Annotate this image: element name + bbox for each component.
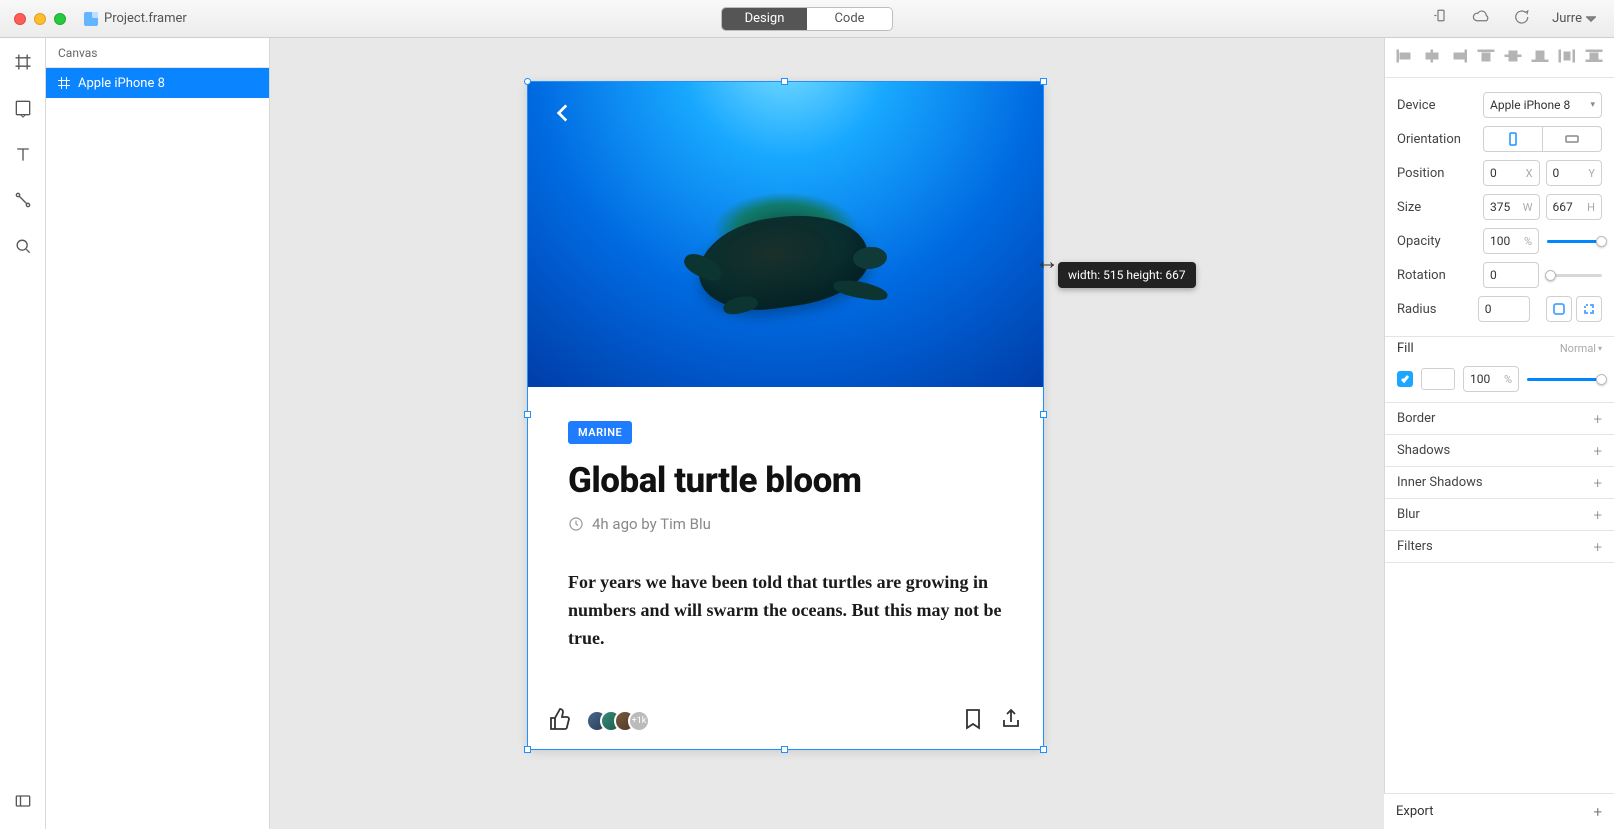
fill-enabled-checkbox[interactable]	[1397, 371, 1413, 387]
avatar-more: +1k	[628, 710, 650, 732]
document-name: Project.framer	[104, 11, 187, 26]
rotation-input[interactable]: 0	[1483, 262, 1539, 288]
user-name: Jurre	[1552, 11, 1582, 26]
user-menu[interactable]: Jurre	[1552, 11, 1596, 26]
close-window-button[interactable]	[14, 13, 26, 25]
orientation-landscape[interactable]	[1542, 126, 1602, 152]
align-bottom-icon[interactable]	[1530, 48, 1550, 68]
byline-text: 4h ago by Tim Blu	[592, 515, 711, 533]
layers-panel: Canvas Apple iPhone 8	[46, 38, 270, 829]
fill-label: Fill	[1397, 341, 1414, 356]
shape-tool[interactable]	[13, 98, 33, 122]
rotation-slider[interactable]	[1547, 274, 1602, 277]
device-label: Device	[1397, 98, 1475, 113]
section-filters[interactable]: Filters+	[1385, 531, 1614, 563]
frame-tool[interactable]	[13, 52, 33, 76]
category-tag[interactable]: MARINE	[568, 421, 632, 444]
cloud-icon[interactable]	[1472, 8, 1490, 30]
fill-opacity-input[interactable]: 100%	[1463, 366, 1519, 392]
article-headline: Global turtle bloom	[568, 460, 1003, 501]
clock-icon	[568, 516, 584, 532]
device-value: Apple iPhone 8	[1490, 98, 1570, 112]
chat-icon[interactable]	[1512, 8, 1530, 30]
chevron-down-icon: ▾	[1590, 100, 1595, 110]
article-content: MARINE Global turtle bloom 4h ago by Tim…	[528, 387, 1043, 653]
plus-icon: +	[1593, 803, 1602, 821]
inspector-panel: Device Apple iPhone 8 ▾ Orientation	[1384, 38, 1614, 829]
size-label: Size	[1397, 200, 1475, 215]
titlebar: Project.framer Design Code Jurre	[0, 0, 1614, 38]
distribute-v-icon[interactable]	[1584, 48, 1604, 68]
section-inner-shadows[interactable]: Inner Shadows+	[1385, 467, 1614, 499]
tab-code[interactable]: Code	[807, 8, 892, 30]
align-v-center-icon[interactable]	[1503, 48, 1523, 68]
layers-header: Canvas	[46, 38, 269, 68]
size-w-input[interactable]: 375W	[1483, 194, 1540, 220]
opacity-label: Opacity	[1397, 234, 1475, 249]
distribute-h-icon[interactable]	[1557, 48, 1577, 68]
plus-icon: +	[1594, 474, 1602, 492]
text-tool[interactable]	[13, 144, 33, 168]
hero-image	[528, 82, 1043, 387]
radius-label: Radius	[1397, 302, 1470, 317]
orientation-portrait[interactable]	[1483, 126, 1542, 152]
turtle-illustration	[693, 206, 874, 319]
rotation-label: Rotation	[1397, 268, 1475, 283]
article-lede: For years we have been told that turtles…	[568, 569, 1003, 653]
alignment-controls	[1385, 38, 1614, 78]
section-border[interactable]: Border+	[1385, 403, 1614, 435]
radius-individual-icon[interactable]	[1576, 296, 1602, 322]
tool-sidebar	[0, 38, 46, 829]
zoom-window-button[interactable]	[54, 13, 66, 25]
window-controls	[0, 13, 66, 25]
size-tooltip: width: 515 height: 667	[1058, 262, 1196, 288]
back-button[interactable]	[550, 100, 576, 130]
position-y-input[interactable]: 0Y	[1546, 160, 1603, 186]
position-label: Position	[1397, 166, 1475, 181]
article-byline: 4h ago by Tim Blu	[568, 515, 1003, 533]
layer-label: Apple iPhone 8	[78, 76, 165, 91]
path-tool[interactable]	[13, 190, 33, 214]
canvas[interactable]: MARINE Global turtle bloom 4h ago by Tim…	[270, 38, 1384, 829]
device-select[interactable]: Apple iPhone 8 ▾	[1483, 92, 1602, 118]
radius-input[interactable]: 0	[1478, 296, 1530, 322]
align-left-icon[interactable]	[1395, 48, 1415, 68]
section-shadows[interactable]: Shadows+	[1385, 435, 1614, 467]
align-right-icon[interactable]	[1449, 48, 1469, 68]
document-icon	[84, 12, 98, 26]
plus-icon: +	[1594, 442, 1602, 460]
device-preview-icon[interactable]	[1432, 8, 1450, 30]
orientation-label: Orientation	[1397, 132, 1475, 147]
frame-icon	[58, 77, 70, 89]
reader-avatars[interactable]: +1k	[586, 710, 650, 732]
position-x-input[interactable]: 0X	[1483, 160, 1540, 186]
mode-switcher: Design Code	[721, 7, 893, 31]
search-tool[interactable]	[13, 236, 33, 260]
section-blur[interactable]: Blur+	[1385, 499, 1614, 531]
like-icon[interactable]	[548, 707, 572, 735]
bookmark-icon[interactable]	[961, 707, 985, 735]
opacity-input[interactable]: 100%	[1483, 228, 1539, 254]
align-top-icon[interactable]	[1476, 48, 1496, 68]
opacity-slider[interactable]	[1547, 240, 1602, 243]
align-h-center-icon[interactable]	[1422, 48, 1442, 68]
plus-icon: +	[1594, 538, 1602, 556]
layer-row[interactable]: Apple iPhone 8	[46, 68, 269, 98]
tab-design[interactable]: Design	[722, 8, 807, 30]
minimize-window-button[interactable]	[34, 13, 46, 25]
blend-mode-select[interactable]: Normal▾	[1560, 342, 1602, 355]
share-icon[interactable]	[999, 707, 1023, 735]
size-h-input[interactable]: 667H	[1546, 194, 1603, 220]
article-toolbar: +1k	[528, 693, 1043, 749]
document-title: Project.framer	[84, 11, 187, 26]
export-section[interactable]: Export +	[1384, 793, 1614, 829]
radius-all-icon[interactable]	[1546, 296, 1572, 322]
fill-opacity-slider[interactable]	[1527, 378, 1602, 381]
panel-toggle[interactable]	[13, 791, 33, 815]
fill-swatch[interactable]	[1421, 368, 1455, 390]
artboard[interactable]: MARINE Global turtle bloom 4h ago by Tim…	[528, 82, 1043, 749]
plus-icon: +	[1594, 410, 1602, 428]
plus-icon: +	[1594, 506, 1602, 524]
